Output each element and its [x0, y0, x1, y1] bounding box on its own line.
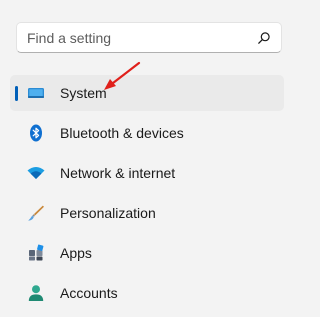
nav-item-label: Personalization — [60, 205, 156, 221]
nav-item-label: System — [60, 85, 107, 101]
brush-icon — [28, 205, 44, 221]
apps-icon — [29, 244, 44, 261]
nav-item-system[interactable]: System — [10, 75, 284, 111]
settings-nav: System Bluetooth & devices Network & int… — [10, 75, 284, 315]
nav-item-apps[interactable]: Apps — [10, 235, 284, 271]
selection-indicator — [15, 86, 18, 101]
nav-item-label: Accounts — [60, 285, 118, 301]
search-box[interactable] — [16, 22, 282, 53]
bluetooth-icon — [30, 124, 42, 142]
search-input[interactable] — [27, 23, 252, 52]
monitor-icon — [28, 88, 44, 98]
nav-item-accounts[interactable]: Accounts — [10, 275, 284, 311]
search-icon[interactable] — [257, 31, 271, 45]
person-icon — [28, 285, 44, 301]
wifi-icon — [27, 167, 45, 179]
nav-item-label: Apps — [60, 245, 92, 261]
nav-item-network[interactable]: Network & internet — [10, 155, 284, 191]
nav-item-personalization[interactable]: Personalization — [10, 195, 284, 231]
nav-item-label: Bluetooth & devices — [60, 125, 184, 141]
nav-item-bluetooth[interactable]: Bluetooth & devices — [10, 115, 284, 151]
nav-item-label: Network & internet — [60, 165, 176, 181]
